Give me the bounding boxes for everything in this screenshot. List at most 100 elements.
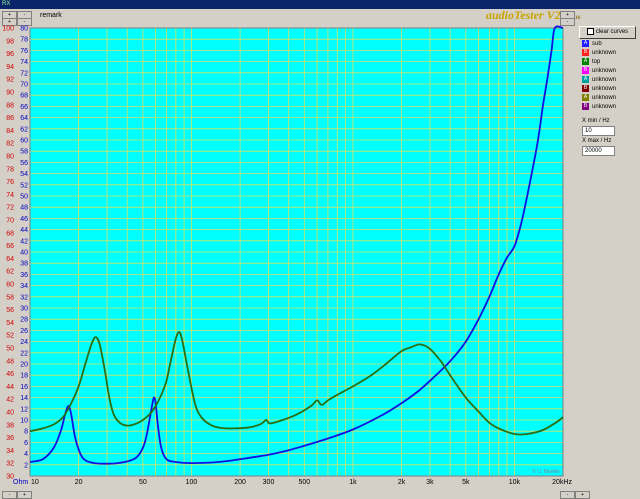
y-left-tick-label: 50 <box>6 346 14 353</box>
y-right-tick-label: 26 <box>20 328 28 335</box>
y-right-tick-label: 52 <box>20 182 28 189</box>
x-tick-label: 2k <box>398 479 406 486</box>
curve-color-swatch[interactable]: A <box>582 40 589 47</box>
curve-row-1[interactable]: Bunknown <box>582 49 616 58</box>
xmax-label: X max / Hz <box>582 138 612 144</box>
x-tick-label: 50 <box>139 479 147 486</box>
x-tick-label: 100 <box>186 479 198 486</box>
curve-row-6[interactable]: Aunknown <box>582 94 616 103</box>
y-right-tick-label: 58 <box>20 149 28 156</box>
x-tick-label: 10 <box>31 479 39 486</box>
clear-curves-checkbox[interactable] <box>586 27 594 35</box>
curve-name: sub <box>592 41 602 48</box>
xmax-input[interactable]: 20000 <box>582 146 615 156</box>
y-left-tick-label: 52 <box>6 333 14 340</box>
y-left-tick-label: 32 <box>6 461 14 468</box>
curve-row-5[interactable]: Bunknown <box>582 85 616 94</box>
frequency-plot[interactable]: 3032343638404244464850525456586062646668… <box>0 0 640 499</box>
y-right-tick-label: 34 <box>20 283 28 290</box>
y-left-tick-label: 34 <box>6 448 14 455</box>
y-left-tick-label: 48 <box>6 358 14 365</box>
curve-row-2[interactable]: Atop <box>582 58 600 67</box>
y-left-tick-label: 46 <box>6 371 14 378</box>
curve-name: unknown <box>592 50 617 57</box>
bottom-right-spin-down[interactable]: - <box>560 491 575 499</box>
y-right-tick-label: 46 <box>20 216 28 223</box>
x-tick-label: 3k <box>426 479 434 486</box>
y-right-tick-label: 22 <box>20 350 28 357</box>
y-left-tick-label: 74 <box>6 192 14 199</box>
curve-name: top <box>592 59 601 66</box>
curve-name: unknown <box>592 86 617 93</box>
y-right-tick-label: 48 <box>20 205 28 212</box>
y-right-tick-label: 42 <box>20 238 28 245</box>
curve-color-swatch[interactable]: B <box>582 103 589 110</box>
x-tick-label: 5k <box>462 479 470 486</box>
y-left-tick-label: 66 <box>6 243 14 250</box>
xmin-input[interactable]: 10 <box>582 126 615 136</box>
y-right-tick-label: 2 <box>24 462 28 469</box>
x-tick-label: 1k <box>349 479 357 486</box>
curve-color-swatch[interactable]: B <box>582 85 589 92</box>
y-right-tick-label: 66 <box>20 104 28 111</box>
y-right-tick-label: 72 <box>20 70 28 77</box>
y-right-tick-label: 12 <box>20 406 28 413</box>
y-left-tick-label: 54 <box>6 320 14 327</box>
y-left-tick-label: 40 <box>6 410 14 417</box>
y-left-tick-label: 76 <box>6 179 14 186</box>
y-right-tick-label: 28 <box>20 317 28 324</box>
y-right-tick-label: 78 <box>20 37 28 44</box>
y-right-tick-label: 70 <box>20 82 28 89</box>
curve-color-swatch[interactable]: B <box>582 67 589 74</box>
y-right-tick-label: 80 <box>20 26 28 33</box>
y-right-tick-label: 18 <box>20 373 28 380</box>
clear-curves-button[interactable]: clear curves <box>579 26 636 39</box>
curve-row-4[interactable]: Aunknown <box>582 76 616 85</box>
credit-text: © U. Mueller <box>532 468 560 475</box>
x-tick-label: 10k <box>509 479 521 486</box>
y-right-tick-label: 24 <box>20 339 28 346</box>
y-right-tick-label: 44 <box>20 227 28 234</box>
bottom-scroll-strip <box>0 488 640 499</box>
curve-row-7[interactable]: Bunknown <box>582 103 616 112</box>
y-left-tick-label: 80 <box>6 154 14 161</box>
y-left-tick-label: 92 <box>6 77 14 84</box>
y-left-tick-label: 96 <box>6 51 14 58</box>
x-unit-label: Ohm <box>13 479 28 486</box>
y-left-tick-label: 82 <box>6 141 14 148</box>
y-left-tick-label: 64 <box>6 256 14 263</box>
y-right-tick-label: 14 <box>20 395 28 402</box>
curve-color-swatch[interactable]: A <box>582 94 589 101</box>
y-right-tick-label: 30 <box>20 306 28 313</box>
y-right-tick-label: 16 <box>20 384 28 391</box>
y-right-tick-label: 50 <box>20 194 28 201</box>
curve-color-swatch[interactable]: B <box>582 49 589 56</box>
y-left-tick-label: 98 <box>6 38 14 45</box>
y-right-tick-label: 40 <box>20 250 28 257</box>
curve-row-3[interactable]: Bunknown <box>582 67 616 76</box>
y-left-tick-label: 60 <box>6 282 14 289</box>
y-left-tick-label: 88 <box>6 102 14 109</box>
curve-color-swatch[interactable]: A <box>582 58 589 65</box>
y-right-tick-label: 38 <box>20 261 28 268</box>
y-right-tick-label: 36 <box>20 272 28 279</box>
y-right-tick-label: 68 <box>20 93 28 100</box>
y-right-tick-label: 56 <box>20 160 28 167</box>
bottom-left-spin-up[interactable]: + <box>17 491 32 499</box>
y-left-tick-label: 100 <box>2 26 14 33</box>
y-right-tick-label: 20 <box>20 362 28 369</box>
curve-row-0[interactable]: Asub <box>582 40 602 49</box>
y-right-tick-label: 8 <box>24 429 28 436</box>
x-tick-label: 20kHz <box>552 479 572 486</box>
y-left-tick-label: 84 <box>6 128 14 135</box>
y-right-tick-label: 4 <box>24 451 28 458</box>
y-right-tick-label: 10 <box>20 418 28 425</box>
bottom-right-spin-up[interactable]: + <box>575 491 590 499</box>
curve-color-swatch[interactable]: A <box>582 76 589 83</box>
curve-name: unknown <box>592 104 617 111</box>
y-left-tick-label: 70 <box>6 218 14 225</box>
y-right-tick-label: 60 <box>20 138 28 145</box>
bottom-left-spin-down[interactable]: - <box>2 491 17 499</box>
x-tick-label: 20 <box>75 479 83 486</box>
y-left-tick-label: 68 <box>6 230 14 237</box>
